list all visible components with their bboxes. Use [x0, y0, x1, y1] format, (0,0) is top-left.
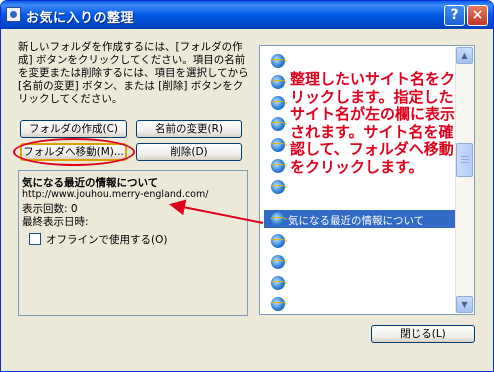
close-button[interactable]: 閉じる(L)	[371, 325, 475, 343]
annotation-arrow	[169, 199, 264, 224]
organize-favorites-dialog: お気に入りの整理 ? × 新しいフォルダを作成するには、[フォルダの作成] ボタ…	[0, 0, 494, 372]
